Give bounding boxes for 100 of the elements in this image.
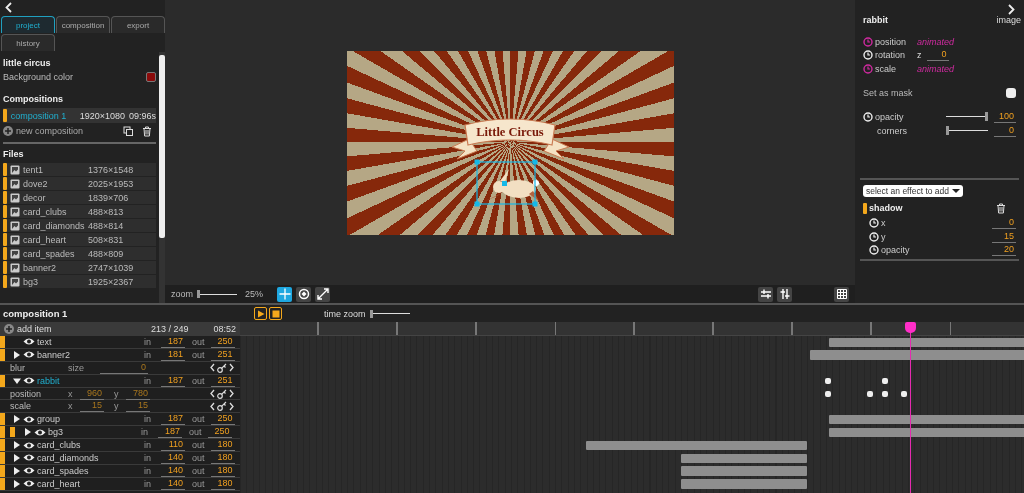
file-item[interactable]: dove2 2025×1953 xyxy=(3,177,156,190)
layer-name[interactable]: banner2 xyxy=(37,349,142,360)
value-field[interactable]: 0 xyxy=(992,217,1016,230)
plus-icon[interactable] xyxy=(3,126,13,136)
expand-toggle-icon[interactable] xyxy=(13,415,21,424)
previous-key-icon[interactable] xyxy=(210,363,215,373)
eye-icon[interactable] xyxy=(23,350,35,360)
frame-field[interactable]: 180 xyxy=(210,451,235,464)
keyframe-marker[interactable] xyxy=(882,377,889,384)
eye-icon[interactable] xyxy=(23,414,35,424)
expand-toggle-icon[interactable] xyxy=(13,479,21,488)
key-icon[interactable] xyxy=(217,401,227,412)
frame-field[interactable]: 181 xyxy=(161,348,185,361)
frame-field[interactable]: 140 xyxy=(161,464,185,477)
frame-field[interactable]: 251 xyxy=(210,374,235,387)
file-item[interactable]: tent1 1376×1548 xyxy=(3,163,156,176)
layer-name[interactable]: card_diamonds xyxy=(37,452,142,463)
frame-field[interactable]: 180 xyxy=(210,439,235,452)
expand-toggle-icon[interactable] xyxy=(13,350,21,359)
frame-field[interactable]: 250 xyxy=(210,413,235,426)
frame-field[interactable]: 187 xyxy=(161,374,185,387)
chevron-left-icon[interactable] xyxy=(4,2,13,13)
previous-key-icon[interactable] xyxy=(210,389,215,398)
trash-icon[interactable] xyxy=(996,202,1006,214)
layer-bar[interactable] xyxy=(680,453,807,463)
playhead-handle[interactable] xyxy=(904,322,916,333)
value-field[interactable]: 20 xyxy=(992,244,1016,257)
keyframe-marker[interactable] xyxy=(825,377,831,384)
value-field[interactable]: 0 xyxy=(926,49,949,62)
zoom-slider[interactable] xyxy=(197,290,237,298)
move-tool-button[interactable] xyxy=(277,286,293,302)
layer-name[interactable]: rabbit xyxy=(37,375,142,386)
tab[interactable]: project xyxy=(1,16,55,33)
chevron-right-icon[interactable] xyxy=(1007,4,1016,15)
expand-toggle-icon[interactable] xyxy=(13,466,21,475)
expand-toggle-icon[interactable] xyxy=(13,376,21,385)
frame-field[interactable]: 187 xyxy=(161,413,185,426)
tab[interactable]: export xyxy=(111,16,165,33)
expand-toggle-icon[interactable] xyxy=(24,428,32,437)
frame-field[interactable]: 187 xyxy=(161,335,185,348)
frame-field[interactable]: 140 xyxy=(161,451,185,464)
frame-field[interactable]: 180 xyxy=(210,464,235,477)
eye-icon[interactable] xyxy=(23,376,35,386)
key-icon[interactable] xyxy=(217,362,227,373)
frame-field[interactable]: 180 xyxy=(210,477,235,490)
file-item[interactable]: banner2 2747×1039 xyxy=(3,261,156,274)
tab[interactable]: history xyxy=(1,34,55,51)
expand-tool-button[interactable] xyxy=(315,286,331,302)
copy-icon[interactable] xyxy=(123,126,133,136)
value-field[interactable]: 15 xyxy=(992,230,1016,243)
frame-field[interactable]: 780 xyxy=(126,387,150,400)
layer-name[interactable]: card_heart xyxy=(37,478,142,489)
layer-bar[interactable] xyxy=(828,337,1024,347)
file-item[interactable]: bg3 1925×2367 xyxy=(3,275,156,288)
key-icon[interactable] xyxy=(217,388,227,399)
play-button[interactable] xyxy=(254,307,267,320)
frame-field[interactable]: 0 xyxy=(100,361,148,374)
layer-bar[interactable] xyxy=(586,440,807,451)
align-horizontal-button[interactable] xyxy=(758,286,773,302)
next-key-icon[interactable] xyxy=(229,363,234,373)
selection-box[interactable] xyxy=(474,159,537,206)
frame-field[interactable]: 15 xyxy=(80,400,104,413)
frame-field[interactable]: 187 xyxy=(158,426,182,439)
keyframe-marker[interactable] xyxy=(825,390,831,397)
eye-icon[interactable] xyxy=(23,337,35,347)
grid-button[interactable] xyxy=(834,286,849,302)
stop-button[interactable] xyxy=(269,307,282,320)
tab[interactable]: composition xyxy=(56,16,110,33)
eye-icon[interactable] xyxy=(34,427,46,437)
value-field[interactable]: 100 xyxy=(994,110,1016,123)
composition-item[interactable]: composition 1 1920×1080 09:96s xyxy=(3,108,156,123)
mask-toggle[interactable] xyxy=(1006,87,1016,98)
frame-field[interactable]: 251 xyxy=(210,348,235,361)
new-composition-link[interactable]: new composition xyxy=(16,126,84,136)
value-field[interactable]: 0 xyxy=(994,124,1016,137)
eye-icon[interactable] xyxy=(23,440,35,450)
time-zoom-slider[interactable] xyxy=(369,309,410,318)
eye-icon[interactable] xyxy=(23,453,35,463)
keyframe-marker[interactable] xyxy=(901,390,908,397)
slider[interactable] xyxy=(946,126,988,135)
frame-field[interactable]: 960 xyxy=(80,387,104,400)
frame-field[interactable]: 110 xyxy=(161,439,185,452)
expand-toggle-icon[interactable] xyxy=(13,441,21,450)
keyframe-marker[interactable] xyxy=(882,390,889,397)
color-swatch[interactable] xyxy=(146,72,156,82)
plus-icon[interactable] xyxy=(4,324,14,334)
align-vertical-button[interactable] xyxy=(777,286,792,302)
eye-icon[interactable] xyxy=(23,479,35,489)
layer-bar[interactable] xyxy=(828,427,1024,438)
add-item-link[interactable]: add item xyxy=(17,324,148,334)
file-item[interactable]: card_clubs 488×813 xyxy=(3,205,156,218)
expand-toggle-icon[interactable] xyxy=(13,453,21,462)
layer-bar[interactable] xyxy=(828,414,1024,425)
slider[interactable] xyxy=(946,112,988,121)
scrollbar[interactable] xyxy=(159,52,165,303)
eye-icon[interactable] xyxy=(23,466,35,476)
file-item[interactable]: card_diamonds 488×814 xyxy=(3,219,156,232)
layer-name[interactable]: text xyxy=(37,336,142,347)
layer-name[interactable]: group xyxy=(37,414,142,425)
trash-icon[interactable] xyxy=(142,125,152,137)
